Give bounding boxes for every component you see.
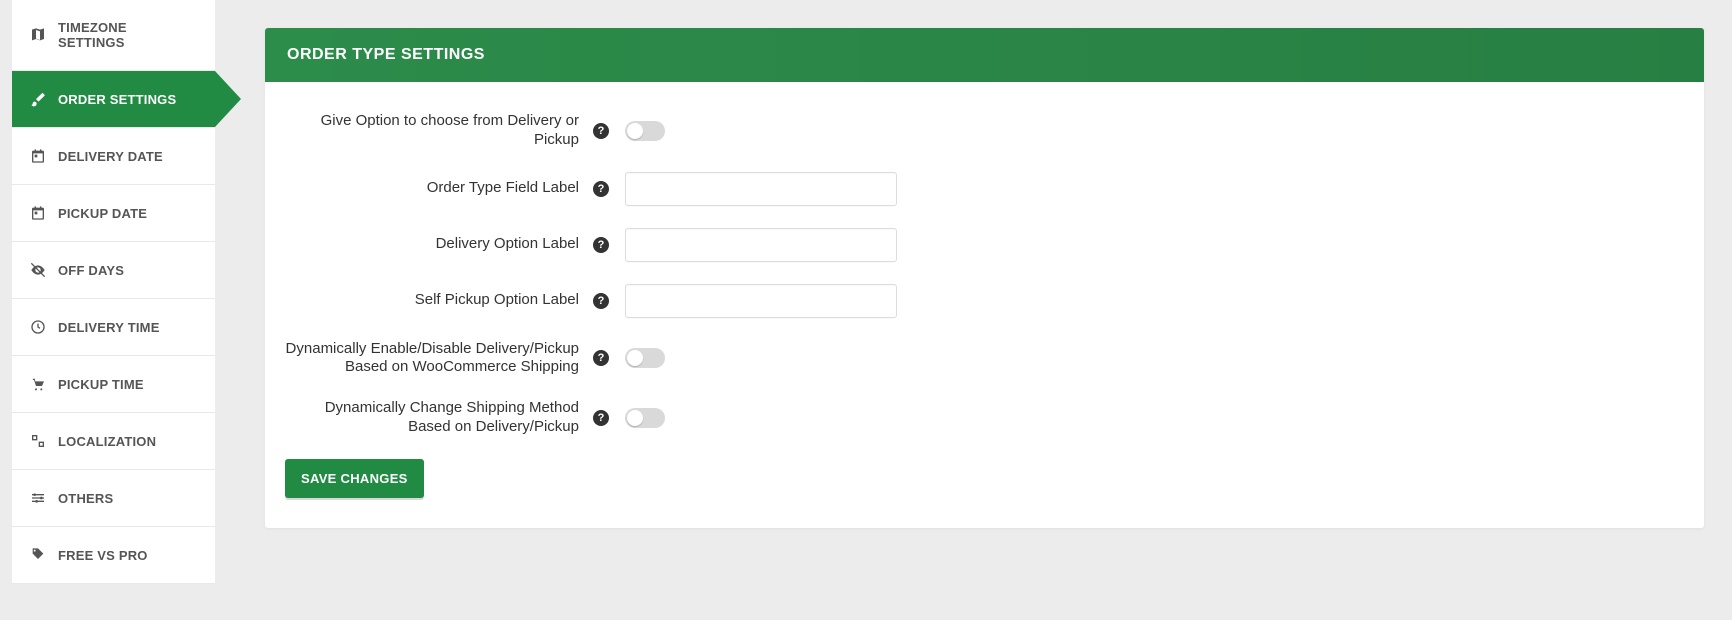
row-pickup-option-label: Self Pickup Option Label ? [285, 284, 1684, 318]
sidebar-item-label: FREE VS PRO [58, 548, 148, 563]
sidebar-item-delivery-time[interactable]: DELIVERY TIME [12, 299, 215, 356]
tag-icon [30, 547, 46, 563]
sidebar-item-order-settings[interactable]: ORDER SETTINGS [12, 71, 215, 128]
row-give-option: Give Option to choose from Delivery or P… [285, 112, 1684, 150]
toggle-give-option[interactable] [625, 121, 665, 141]
settings-panel: ORDER TYPE SETTINGS Give Option to choos… [265, 28, 1704, 528]
toggle-dynamic-enable[interactable] [625, 348, 665, 368]
help-icon[interactable]: ? [593, 293, 609, 309]
map-icon [30, 27, 46, 43]
save-changes-button[interactable]: SAVE CHANGES [285, 459, 424, 498]
sidebar-item-label: PICKUP TIME [58, 377, 144, 392]
sidebar-item-label: LOCALIZATION [58, 434, 156, 449]
help-icon[interactable]: ? [593, 410, 609, 426]
help-icon[interactable]: ? [593, 123, 609, 139]
settings-sidebar: TIMEZONE SETTINGS ORDER SETTINGS DELIVER… [0, 0, 215, 620]
label-give-option: Give Option to choose from Delivery or P… [285, 112, 585, 150]
panel-body: Give Option to choose from Delivery or P… [265, 82, 1704, 528]
row-delivery-option-label: Delivery Option Label ? [285, 228, 1684, 262]
help-icon[interactable]: ? [593, 181, 609, 197]
help-icon[interactable]: ? [593, 237, 609, 253]
label-dynamic-shipping: Dynamically Change Shipping Method Based… [285, 399, 585, 437]
row-dynamic-enable: Dynamically Enable/Disable Delivery/Pick… [285, 340, 1684, 378]
calendar-icon [30, 205, 46, 221]
translate-icon [30, 433, 46, 449]
input-delivery-option-label[interactable] [625, 228, 897, 262]
sidebar-item-label: OFF DAYS [58, 263, 124, 278]
row-dynamic-shipping: Dynamically Change Shipping Method Based… [285, 399, 1684, 437]
eye-slash-icon [30, 262, 46, 278]
sidebar-item-label: TIMEZONE SETTINGS [58, 20, 197, 50]
sidebar-item-localization[interactable]: LOCALIZATION [12, 413, 215, 470]
panel-title: ORDER TYPE SETTINGS [265, 28, 1704, 82]
sidebar-item-free-vs-pro[interactable]: FREE VS PRO [12, 527, 215, 584]
sliders-icon [30, 490, 46, 506]
sidebar-item-label: ORDER SETTINGS [58, 92, 176, 107]
input-field-label[interactable] [625, 172, 897, 206]
calendar-icon [30, 148, 46, 164]
label-pickup-option: Self Pickup Option Label [285, 291, 585, 310]
row-field-label: Order Type Field Label ? [285, 172, 1684, 206]
help-icon[interactable]: ? [593, 350, 609, 366]
clock-icon [30, 319, 46, 335]
brush-icon [30, 91, 46, 107]
sidebar-item-delivery-date[interactable]: DELIVERY DATE [12, 128, 215, 185]
input-pickup-option-label[interactable] [625, 284, 897, 318]
sidebar-item-off-days[interactable]: OFF DAYS [12, 242, 215, 299]
label-dynamic-enable: Dynamically Enable/Disable Delivery/Pick… [285, 340, 585, 378]
sidebar-item-pickup-date[interactable]: PICKUP DATE [12, 185, 215, 242]
sidebar-item-label: OTHERS [58, 491, 113, 506]
sidebar-item-timezone-settings[interactable]: TIMEZONE SETTINGS [12, 0, 215, 71]
label-field-label: Order Type Field Label [285, 179, 585, 198]
sidebar-item-label: PICKUP DATE [58, 206, 147, 221]
toggle-dynamic-shipping[interactable] [625, 408, 665, 428]
sidebar-item-others[interactable]: OTHERS [12, 470, 215, 527]
cart-icon [30, 376, 46, 392]
sidebar-item-label: DELIVERY DATE [58, 149, 163, 164]
label-delivery-option: Delivery Option Label [285, 235, 585, 254]
sidebar-item-pickup-time[interactable]: PICKUP TIME [12, 356, 215, 413]
sidebar-item-label: DELIVERY TIME [58, 320, 160, 335]
main-content: ORDER TYPE SETTINGS Give Option to choos… [215, 0, 1732, 620]
